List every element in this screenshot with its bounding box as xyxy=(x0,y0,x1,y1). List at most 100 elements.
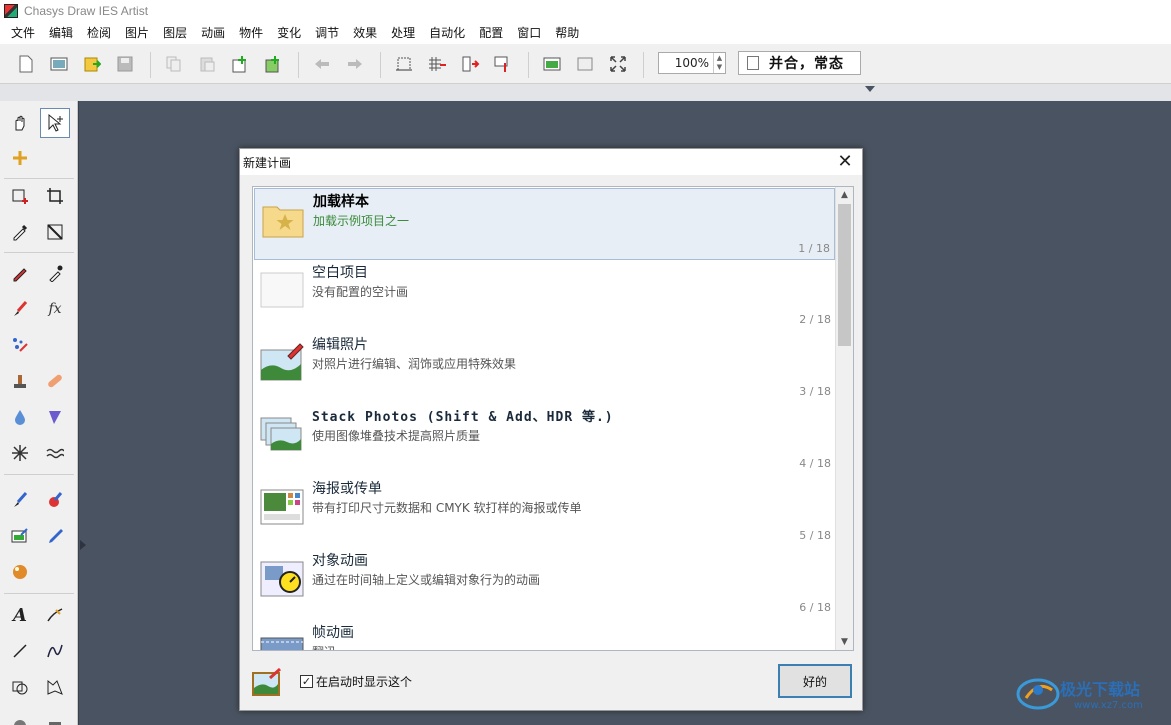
paste-icon[interactable] xyxy=(195,52,219,76)
eyedropper-icon[interactable] xyxy=(5,217,35,247)
pencil-icon[interactable] xyxy=(5,258,35,288)
transform-icon[interactable] xyxy=(40,217,70,247)
new-document-icon[interactable] xyxy=(14,52,38,76)
photo-edit-icon xyxy=(260,342,304,381)
scatter-icon[interactable] xyxy=(5,330,35,360)
menu-automation[interactable]: 自动化 xyxy=(422,22,472,44)
bandage-icon[interactable] xyxy=(40,366,70,396)
scroll-thumb[interactable] xyxy=(838,204,851,346)
select-tool-icon[interactable] xyxy=(40,108,70,138)
fullscreen-icon[interactable] xyxy=(606,52,630,76)
item-description: 使用图像堆叠技术提高照片质量 xyxy=(312,429,481,443)
list-item-stack-photos[interactable]: Stack Photos (Shift & Add、HDR 等.) 使用图像堆叠… xyxy=(254,404,835,476)
list-scrollbar[interactable]: ▲ ▼ xyxy=(835,187,853,650)
item-name: 编辑照片 xyxy=(312,337,368,353)
dropper-icon[interactable] xyxy=(40,258,70,288)
blend-mode-button[interactable]: 并合，常态 xyxy=(738,51,861,75)
import-icon[interactable] xyxy=(80,52,104,76)
duplicate-layer-icon[interactable] xyxy=(261,52,285,76)
menu-edit[interactable]: 编辑 xyxy=(42,22,80,44)
collapse-arrow-icon[interactable] xyxy=(865,86,875,92)
expand-panel-icon[interactable] xyxy=(80,540,86,550)
show-on-startup-option[interactable]: ✓ 在启动时显示这个 xyxy=(300,673,412,690)
hand-tool-icon[interactable] xyxy=(5,108,35,138)
stamp-icon[interactable] xyxy=(5,366,35,396)
cylinder-tool-icon[interactable] xyxy=(5,708,35,725)
poster-icon xyxy=(260,486,304,525)
spin-down-icon[interactable]: ▼ xyxy=(717,63,722,72)
paint-brush-icon[interactable] xyxy=(5,485,35,515)
warp-tool-icon[interactable] xyxy=(40,672,70,702)
undo-icon[interactable] xyxy=(310,52,334,76)
water-drop-icon[interactable] xyxy=(5,402,35,432)
list-item-poster[interactable]: 海报或传单 带有打印尺寸元数据和 CMYK 软打样的海报或传单 5 / 18 xyxy=(254,476,835,548)
image-edit-icon[interactable] xyxy=(5,521,35,551)
spark-icon[interactable] xyxy=(5,438,35,468)
save-icon[interactable] xyxy=(113,52,137,76)
show-on-startup-label: 在启动时显示这个 xyxy=(316,675,413,689)
wave-icon[interactable] xyxy=(40,438,70,468)
add-layer-icon[interactable] xyxy=(228,52,252,76)
open-icon[interactable] xyxy=(47,52,71,76)
grid-icon[interactable] xyxy=(425,52,449,76)
menu-window[interactable]: 窗口 xyxy=(510,22,548,44)
list-item-edit-photo[interactable]: 编辑照片 对照片进行编辑、润饰或应用特殊效果 3 / 18 xyxy=(254,332,835,404)
menu-config[interactable]: 配置 xyxy=(472,22,510,44)
spin-up-icon[interactable]: ▲ xyxy=(717,54,722,63)
menu-adjust[interactable]: 调节 xyxy=(308,22,346,44)
list-item-object-animation[interactable]: 对象动画 通过在时间轴上定义或编辑对象行为的动画 6 / 18 xyxy=(254,548,835,620)
menu-file[interactable]: 文件 xyxy=(4,22,42,44)
ok-button[interactable]: 好的 xyxy=(778,664,852,698)
fill-brush-icon[interactable] xyxy=(40,485,70,515)
curve-tool-icon[interactable] xyxy=(40,636,70,666)
zoom-spinner[interactable]: ▲ ▼ xyxy=(713,53,725,73)
pen-tool-icon[interactable] xyxy=(40,600,70,630)
menu-help[interactable]: 帮助 xyxy=(548,22,586,44)
cone-icon[interactable] xyxy=(40,402,70,432)
scroll-up-icon[interactable]: ▲ xyxy=(836,187,853,203)
flip-icon[interactable] xyxy=(458,52,482,76)
menu-transform[interactable]: 变化 xyxy=(270,22,308,44)
sphere-icon[interactable] xyxy=(5,557,35,587)
show-on-startup-checkbox[interactable]: ✓ xyxy=(300,675,313,688)
view-image-icon[interactable] xyxy=(540,52,564,76)
list-item-load-sample[interactable]: 加载样本 加载示例项目之一 1 / 18 xyxy=(254,188,835,260)
copy-icon[interactable] xyxy=(162,52,186,76)
menu-object[interactable]: 物件 xyxy=(232,22,270,44)
close-icon[interactable]: ✕ xyxy=(834,151,856,173)
box-tool-icon[interactable] xyxy=(40,708,70,725)
list-item-frame-animation[interactable]: 帧动画 翻迅 xyxy=(254,620,835,650)
rect-select-icon[interactable] xyxy=(5,181,35,211)
stacked-photos-icon xyxy=(260,414,304,452)
brush-icon[interactable] xyxy=(5,294,35,324)
item-description: 翻迅 xyxy=(312,643,336,650)
menu-review[interactable]: 检阅 xyxy=(80,22,118,44)
item-index: 3 / 18 xyxy=(799,385,831,398)
resize-icon[interactable] xyxy=(491,52,515,76)
menu-process[interactable]: 处理 xyxy=(384,22,422,44)
view-frame-icon[interactable] xyxy=(573,52,597,76)
item-description: 通过在时间轴上定义或编辑对象行为的动画 xyxy=(312,573,541,587)
crop-canvas-icon[interactable] xyxy=(392,52,416,76)
title-bar: Chasys Draw IES Artist xyxy=(0,0,1171,22)
menu-image[interactable]: 图片 xyxy=(118,22,156,44)
ruler-strip xyxy=(0,84,1171,101)
redo-icon[interactable] xyxy=(343,52,367,76)
item-index: 4 / 18 xyxy=(799,457,831,470)
list-item-blank-project[interactable]: 空白项目 没有配置的空计画 2 / 18 xyxy=(254,260,835,332)
crop-tool-icon[interactable] xyxy=(40,181,70,211)
fx-brush-icon[interactable]: fx xyxy=(40,294,70,324)
zoom-input[interactable]: 100% ▲ ▼ xyxy=(658,52,726,74)
menu-bar: 文件 编辑 检阅 图片 图层 动画 物件 变化 调节 效果 处理 自动化 配置 … xyxy=(0,22,1171,44)
menu-layer[interactable]: 图层 xyxy=(156,22,194,44)
scroll-down-icon[interactable]: ▼ xyxy=(836,634,853,650)
main-toolbar xyxy=(0,44,1171,84)
shape-tool-icon[interactable] xyxy=(5,672,35,702)
zoom-value: 100% xyxy=(674,56,709,70)
menu-animation[interactable]: 动画 xyxy=(194,22,232,44)
marker-icon[interactable] xyxy=(40,521,70,551)
text-tool-icon[interactable]: A xyxy=(5,600,35,630)
menu-effects[interactable]: 效果 xyxy=(346,22,384,44)
move-tool-icon[interactable] xyxy=(5,143,35,173)
line-tool-icon[interactable] xyxy=(5,636,35,666)
